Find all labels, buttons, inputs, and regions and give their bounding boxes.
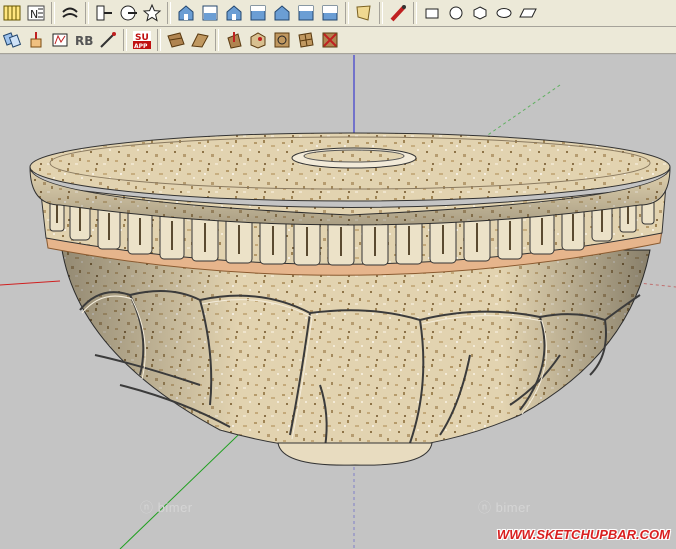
iso-house-icon[interactable] (175, 2, 197, 24)
back-house-icon[interactable] (271, 2, 293, 24)
model-viewport[interactable]: ⓝ bimer ⓝ bimer WWW.SKETCHUPBAR.COM (0, 55, 676, 549)
watermark-right-text: bimer (495, 500, 531, 515)
rb-badge-text: RB (75, 34, 93, 48)
paper-icon[interactable] (353, 2, 375, 24)
front-house-icon[interactable] (223, 2, 245, 24)
right-house-icon[interactable] (247, 2, 269, 24)
sphere-icon[interactable] (117, 2, 139, 24)
bottom-house-icon[interactable] (319, 2, 341, 24)
polygon-icon[interactable] (469, 2, 491, 24)
watermark-right: ⓝ bimer (478, 500, 531, 515)
separator (167, 2, 171, 24)
separator (85, 2, 89, 24)
box-icon[interactable] (247, 29, 269, 51)
rectangle-icon[interactable] (421, 2, 443, 24)
parallelogram-icon[interactable] (517, 2, 539, 24)
push-pull-icon[interactable] (25, 29, 47, 51)
rb-icon[interactable]: RB (73, 29, 95, 51)
ne-badge-text: N (30, 8, 38, 21)
red-axis (0, 280, 61, 286)
app-badge-text: APP (134, 43, 148, 50)
ellipse-icon[interactable] (493, 2, 515, 24)
arrow-up-icon[interactable] (223, 29, 245, 51)
watermark-left-text: bimer (157, 500, 193, 515)
circle-icon[interactable] (445, 2, 467, 24)
ne-axis-icon[interactable]: N (25, 2, 47, 24)
site-banner: WWW.SKETCHUPBAR.COM (496, 527, 670, 542)
curve-icon[interactable] (59, 2, 81, 24)
paint-bucket-icon[interactable] (387, 2, 409, 24)
red-x-icon[interactable] (319, 29, 341, 51)
lasso-icon[interactable] (1, 29, 23, 51)
grid-icon[interactable] (295, 29, 317, 51)
separator (51, 2, 55, 24)
bowl-model[interactable] (29, 132, 671, 466)
separator (345, 2, 349, 24)
toolbar-row-2: RB SU APP (0, 27, 676, 54)
separator (379, 2, 383, 24)
separator (123, 29, 127, 51)
separator (157, 29, 161, 51)
shape-icon[interactable] (49, 29, 71, 51)
circle-frame-icon[interactable] (271, 29, 293, 51)
surface-icon[interactable] (165, 29, 187, 51)
left-house-icon[interactable] (295, 2, 317, 24)
toolbar-row-1: N (0, 0, 676, 27)
section-plane-icon[interactable] (93, 2, 115, 24)
separator (215, 29, 219, 51)
separator (413, 2, 417, 24)
star-icon[interactable] (141, 2, 163, 24)
top-house-icon[interactable] (199, 2, 221, 24)
wand-icon[interactable] (97, 29, 119, 51)
bowl-scene (0, 55, 676, 549)
layers-icon[interactable] (1, 2, 23, 24)
watermark-left: ⓝ bimer (140, 500, 193, 515)
su-app-icon[interactable]: SU APP (131, 29, 153, 51)
flat-surface-icon[interactable] (189, 29, 211, 51)
